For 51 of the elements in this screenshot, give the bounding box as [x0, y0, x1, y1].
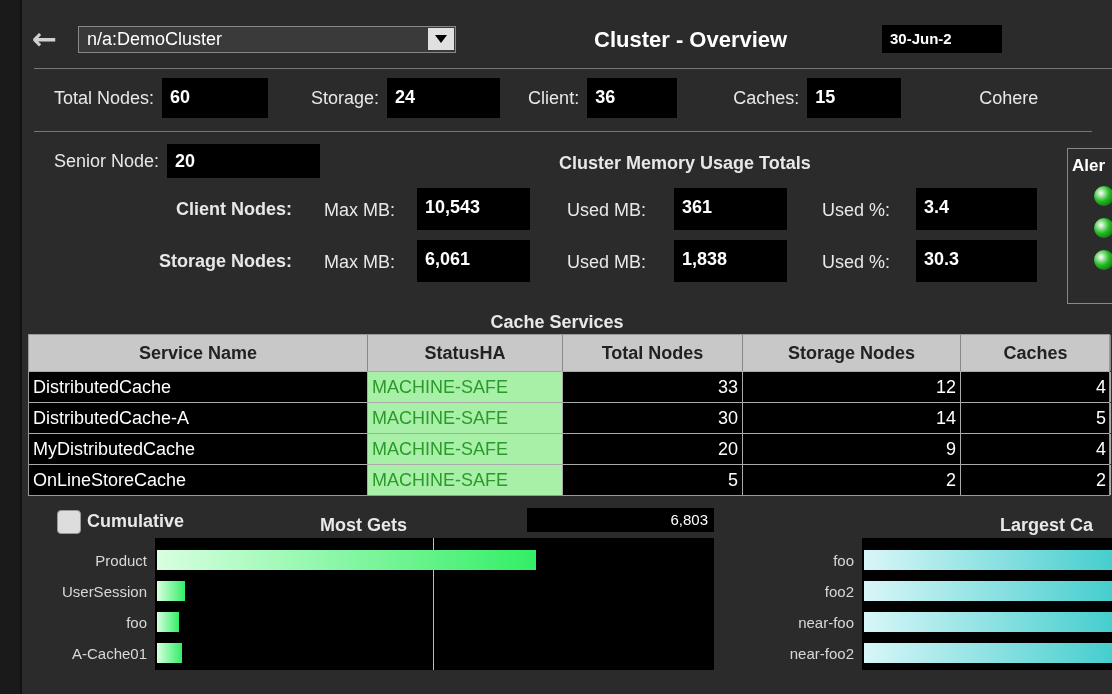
table-title: Cache Services [489, 311, 625, 334]
field-label: Used MB: [567, 251, 647, 274]
field-label: Caches: [733, 86, 800, 110]
field-label: Max MB: [324, 251, 395, 274]
value-field: 3.4 [916, 188, 1037, 230]
value-field: 36 [587, 78, 678, 118]
field-label: Used MB: [567, 199, 647, 222]
checkbox-label: Cumulative [87, 510, 185, 533]
table-cell: 2 [743, 465, 961, 495]
bar-label: foo2 [823, 582, 854, 602]
row-label: Client Nodes: [175, 198, 292, 221]
field-label: Max MB: [324, 199, 395, 222]
table-cell: 5 [563, 465, 743, 495]
checkbox[interactable] [57, 509, 81, 534]
value-field: 1,838 [674, 240, 787, 282]
table-cell: 2 [961, 465, 1111, 495]
value-field: 30.3 [916, 240, 1037, 282]
back-button[interactable]: ← [32, 24, 62, 54]
chart-title: Largest Ca [1000, 514, 1094, 537]
field-label: Used %: [822, 199, 891, 222]
field-label: Cohere [979, 86, 1039, 110]
cluster-dropdown[interactable]: n/a:DemoCluster [78, 25, 456, 53]
row-label: Storage Nodes: [157, 250, 292, 273]
value-field: 6,803 [527, 508, 714, 532]
field-label: Total Nodes: [54, 86, 155, 110]
bar-label: foo [125, 613, 147, 633]
chart-title: Most Gets [320, 514, 407, 537]
section-title: Cluster Memory Usage Totals [559, 152, 811, 175]
table-cell: MACHINE-SAFE [368, 403, 563, 433]
table-cell: MACHINE-SAFE [368, 465, 563, 495]
value-field: 6,061 [417, 240, 530, 282]
value-field: 24 [387, 78, 501, 118]
value-field: 361 [674, 188, 787, 230]
field-label: Storage: [311, 86, 380, 110]
bar-label: foo [832, 551, 854, 571]
table-cell: MACHINE-SAFE [368, 434, 563, 464]
date-field: 30-Jun-2 [882, 24, 1002, 54]
field-label: Senior Node: [54, 149, 160, 173]
value-field: 60 [162, 78, 269, 118]
field-label: Used %: [822, 251, 891, 274]
table-cell: MACHINE-SAFE [368, 372, 563, 402]
bar-label: A-Cache01 [70, 644, 147, 664]
bar-label: Product [94, 551, 147, 571]
value-field: 15 [807, 78, 902, 118]
field-label: Client: [528, 86, 580, 110]
bar-label: UserSession [60, 582, 147, 602]
bar-label: near-foo [797, 613, 854, 633]
value-field: 20 [167, 144, 321, 178]
bar-label: near-foo2 [788, 644, 854, 664]
value-field: 10,543 [417, 188, 530, 230]
panel-title: Aler [1072, 157, 1107, 174]
